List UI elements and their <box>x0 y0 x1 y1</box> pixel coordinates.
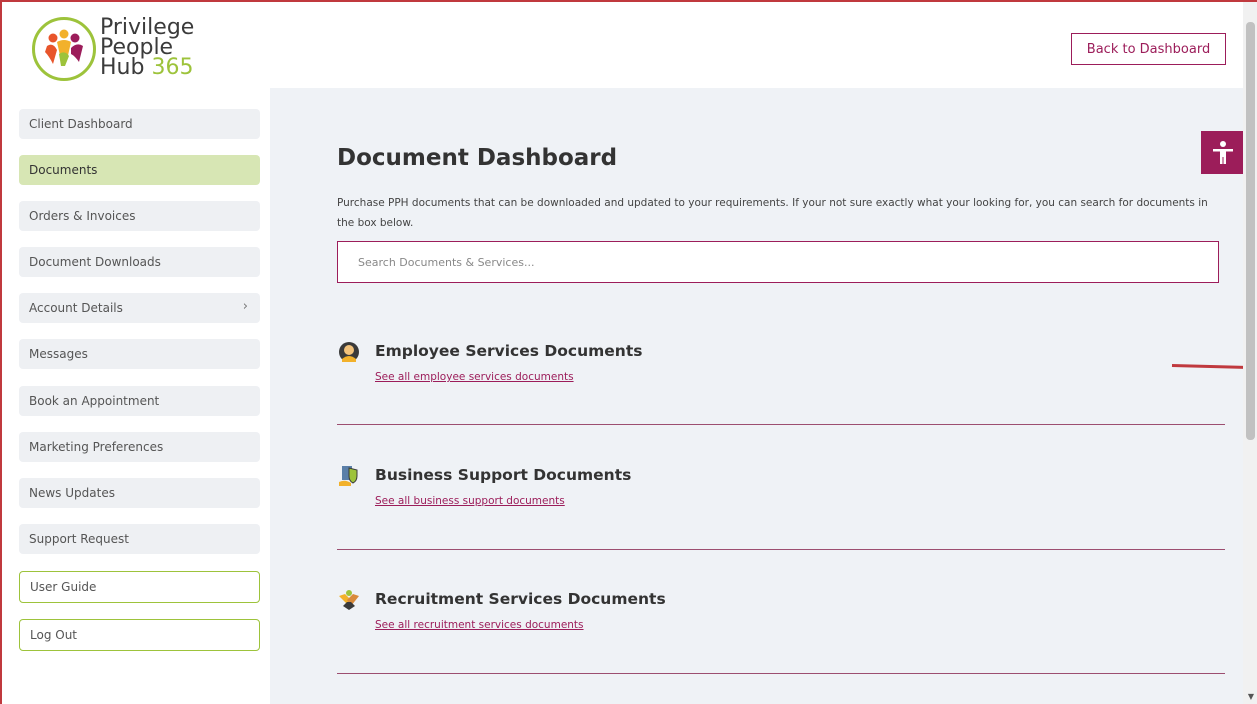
sidebar-item-account-details[interactable]: Account Details › <box>19 293 260 323</box>
sidebar-item-orders-invoices[interactable]: Orders & Invoices <box>19 201 260 231</box>
business-support-icon <box>337 464 361 488</box>
search-input[interactable] <box>337 241 1219 283</box>
main-content: Document Dashboard Purchase PPH document… <box>270 88 1243 704</box>
sidebar-item-log-out[interactable]: Log Out <box>19 619 260 651</box>
section-title: Employee Services Documents <box>375 342 643 360</box>
see-all-business-support-link[interactable]: See all business support documents <box>375 495 565 507</box>
back-to-dashboard-button[interactable]: Back to Dashboard <box>1071 33 1226 65</box>
see-all-recruitment-services-link[interactable]: See all recruitment services documents <box>375 619 584 631</box>
section-recruitment-services: Recruitment Services Documents See all r… <box>337 588 1225 648</box>
section-title: Business Support Documents <box>375 466 632 484</box>
see-all-employee-services-link[interactable]: See all employee services documents <box>375 371 574 383</box>
intro-text: Purchase PPH documents that can be downl… <box>337 197 1208 229</box>
scrollbar-thumb[interactable] <box>1246 22 1255 440</box>
recruitment-services-icon <box>337 588 361 612</box>
logo-number: 365 <box>151 55 194 80</box>
sidebar-item-user-guide[interactable]: User Guide <box>19 571 260 603</box>
sidebar-item-marketing-preferences[interactable]: Marketing Preferences <box>19 432 260 462</box>
scroll-down-arrow-icon[interactable]: ▼ <box>1246 692 1256 701</box>
section-employee-services: Employee Services Documents See all empl… <box>337 340 1225 400</box>
logo-hub: Hub <box>100 55 145 80</box>
logo[interactable]: Privilege People Hub 365 <box>32 14 212 84</box>
accessibility-button[interactable] <box>1201 131 1244 174</box>
sidebar-item-label: Account Details <box>29 301 123 315</box>
header: Privilege People Hub 365 Back to Dashboa… <box>2 2 1243 88</box>
divider <box>337 673 1225 674</box>
chevron-right-icon: › <box>242 299 248 314</box>
divider <box>337 549 1225 550</box>
page-title: Document Dashboard <box>337 145 618 171</box>
logo-people-icon <box>32 17 96 81</box>
logo-line-3: Hub 365 <box>100 55 194 80</box>
accessibility-icon <box>1212 140 1233 164</box>
sidebar-item-documents[interactable]: Documents <box>19 155 260 185</box>
sidebar-item-client-dashboard[interactable]: Client Dashboard <box>19 109 260 139</box>
sidebar-item-news-updates[interactable]: News Updates <box>19 478 260 508</box>
app-frame: Privilege People Hub 365 Back to Dashboa… <box>0 0 1257 704</box>
employee-services-icon <box>337 340 361 364</box>
sidebar: Client Dashboard Documents Orders & Invo… <box>2 88 270 704</box>
sidebar-item-book-appointment[interactable]: Book an Appointment <box>19 386 260 416</box>
logo-text: Privilege People Hub 365 <box>100 17 194 80</box>
section-title: Recruitment Services Documents <box>375 590 666 608</box>
divider <box>337 424 1225 425</box>
sidebar-item-support-request[interactable]: Support Request <box>19 524 260 554</box>
sidebar-item-messages[interactable]: Messages <box>19 339 260 369</box>
scrollbar[interactable]: ▼ <box>1243 2 1257 704</box>
section-business-support: Business Support Documents See all busin… <box>337 464 1225 524</box>
sidebar-item-document-downloads[interactable]: Document Downloads <box>19 247 260 277</box>
